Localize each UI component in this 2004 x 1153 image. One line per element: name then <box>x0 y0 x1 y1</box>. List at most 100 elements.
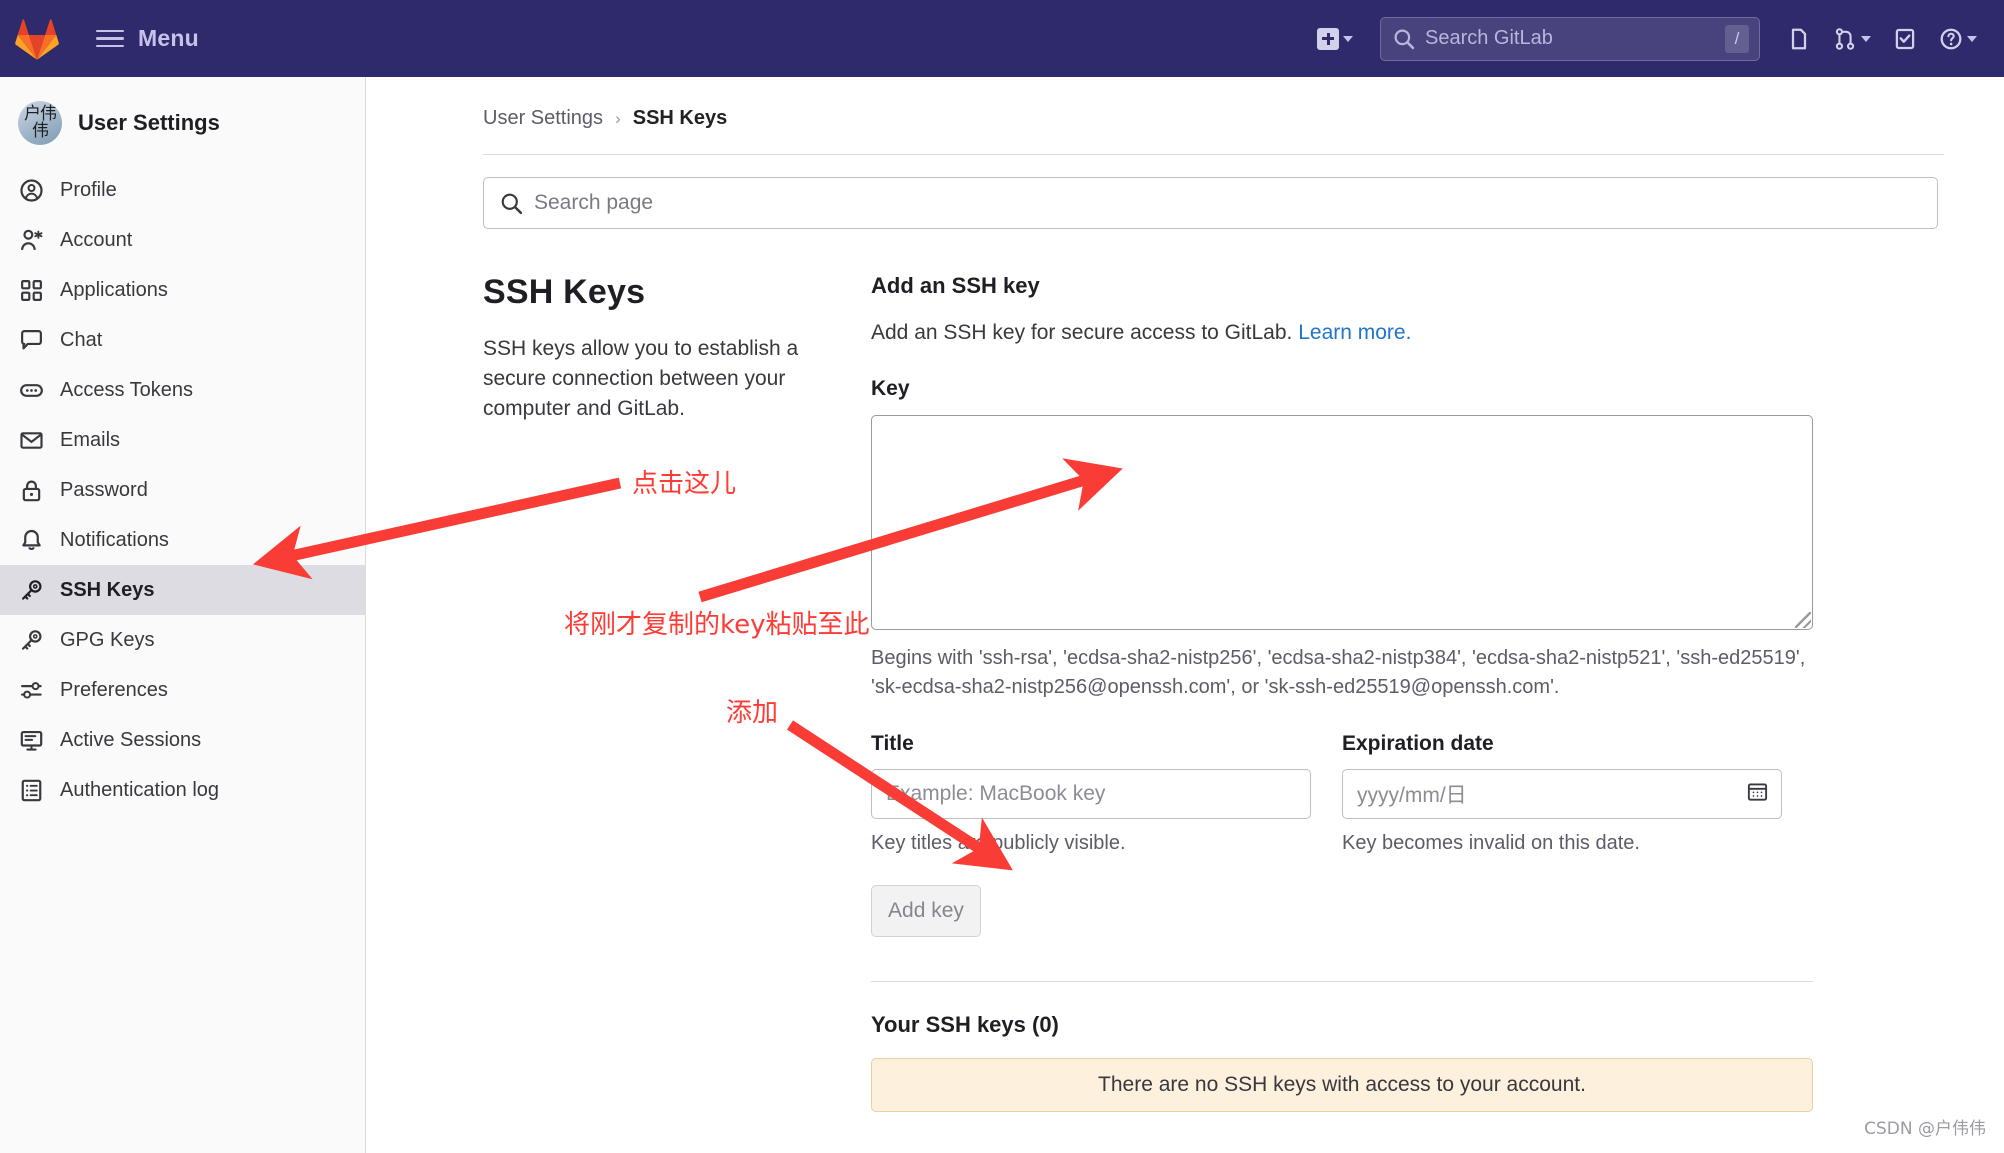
breadcrumb-parent[interactable]: User Settings <box>483 107 603 130</box>
sidebar-item-chat[interactable]: Chat <box>0 315 365 365</box>
search-shortcut-badge: / <box>1725 24 1749 53</box>
title-input[interactable]: Example: MacBook key <box>871 768 1311 819</box>
your-ssh-keys-heading: Your SSH keys (0) <box>871 1011 1059 1037</box>
help-button[interactable] <box>1930 19 1986 59</box>
section-divider <box>871 980 1813 982</box>
gitlab-logo[interactable] <box>10 12 64 66</box>
main-content: User Settings › SSH Keys Search page SSH… <box>366 77 2004 1153</box>
sidebar-item-applications[interactable]: Applications <box>0 265 365 315</box>
watermark: CSDN @户伟伟 <box>1864 1119 1986 1139</box>
sidebar-item-authentication-log[interactable]: Authentication log <box>0 765 365 815</box>
add-key-description: Add an SSH key for secure access to GitL… <box>871 321 1944 345</box>
create-new-button[interactable] <box>1308 20 1362 58</box>
menu-label: Menu <box>138 25 199 51</box>
sidebar-item-label: Chat <box>60 328 103 351</box>
sidebar-item-gpg-keys[interactable]: GPG Keys <box>0 615 365 665</box>
page-description: SSH keys allow you to establish a secure… <box>483 337 799 420</box>
title-label: Title <box>871 731 914 755</box>
key-field-label: Key <box>871 377 910 400</box>
breadcrumb: User Settings › SSH Keys <box>426 77 1944 154</box>
breadcrumb-divider <box>483 154 1944 155</box>
page-search-placeholder: Search page <box>534 191 654 214</box>
add-key-heading: Add an SSH key <box>871 273 1040 298</box>
user-circle-icon <box>18 177 44 203</box>
help-icon <box>1940 28 1962 49</box>
sidebar-item-password[interactable]: Password <box>0 465 365 515</box>
menu-button[interactable]: Menu <box>86 17 209 60</box>
title-expiration-row: Title Example: MacBook key Key titles ar… <box>871 732 1813 855</box>
add-ssh-key-form: Add an SSH key Add an SSH key for secure… <box>871 273 1944 1112</box>
account-icon <box>18 227 44 253</box>
sidebar-item-label: SSH Keys <box>60 578 155 601</box>
avatar-text: 户伟伟 <box>24 104 57 141</box>
merge-requests-button[interactable] <box>1824 19 1880 59</box>
sidebar-item-label: Notifications <box>60 528 169 551</box>
chevron-down-icon <box>1967 35 1977 42</box>
page-title: SSH Keys <box>483 273 646 311</box>
sidebar-item-access-tokens[interactable]: Access Tokens <box>0 365 365 415</box>
sidebar-item-account[interactable]: Account <box>0 215 365 265</box>
sidebar-item-active-sessions[interactable]: Active Sessions <box>0 715 365 765</box>
todos-icon <box>1895 28 1915 49</box>
left-description-column: SSH Keys SSH keys allow you to establish… <box>483 273 871 1112</box>
key-icon <box>18 577 44 603</box>
sidebar-item-preferences[interactable]: Preferences <box>0 665 365 715</box>
chat-bubble-icon <box>18 327 44 353</box>
search-icon <box>1394 29 1415 49</box>
empty-keys-alert: There are no SSH keys with access to you… <box>871 1057 1813 1112</box>
calendar-icon[interactable] <box>1746 780 1769 808</box>
sidebar-item-label: GPG Keys <box>60 628 155 651</box>
sidebar-title: User Settings <box>78 110 220 135</box>
monitor-icon <box>18 727 44 753</box>
sidebar-item-label: Active Sessions <box>60 728 202 751</box>
bell-icon <box>18 527 44 553</box>
lock-icon <box>18 477 44 503</box>
sidebar-item-profile[interactable]: Profile <box>0 165 365 215</box>
sidebar-item-label: Profile <box>60 178 117 201</box>
sidebar-item-label: Password <box>60 478 148 501</box>
top-nav-actions: Search GitLab / <box>1308 16 2004 61</box>
sidebar-item-label: Account <box>60 228 133 251</box>
breadcrumb-current: SSH Keys <box>632 107 728 129</box>
add-key-button[interactable]: Add key <box>871 884 981 937</box>
key-icon <box>18 627 44 653</box>
learn-more-link[interactable]: Learn more. <box>1298 321 1411 344</box>
plus-square-icon <box>1317 27 1339 50</box>
hamburger-icon <box>96 29 124 48</box>
textarea-resize-handle[interactable] <box>1795 612 1811 628</box>
sidebar-item-label: Applications <box>60 278 168 301</box>
expiration-help-text: Key becomes invalid on this date. <box>1342 831 1640 854</box>
avatar[interactable]: 户伟伟 <box>18 101 62 145</box>
issues-button[interactable] <box>1778 19 1820 59</box>
sidebar-item-ssh-keys[interactable]: SSH Keys <box>0 565 365 615</box>
title-placeholder: Example: MacBook key <box>886 781 1106 805</box>
key-format-hint: Begins with 'ssh-rsa', 'ecdsa-sha2-nistp… <box>871 647 1806 698</box>
add-key-description-text: Add an SSH key for secure access to GitL… <box>871 321 1293 344</box>
sliders-icon <box>18 677 44 703</box>
page-search-input[interactable]: Search page <box>483 177 1938 229</box>
token-icon <box>18 377 44 403</box>
expiration-field-group: Expiration date yyyy/mm/日 Key becomes in… <box>1342 732 1813 855</box>
chevron-down-icon <box>1861 35 1871 42</box>
sidebar-item-emails[interactable]: Emails <box>0 415 365 465</box>
top-navigation-bar: Menu Search GitLab / <box>0 0 2004 77</box>
envelope-icon <box>18 427 44 453</box>
sidebar-item-notifications[interactable]: Notifications <box>0 515 365 565</box>
expiration-placeholder: yyyy/mm/日 <box>1357 783 1467 807</box>
search-input[interactable]: Search GitLab / <box>1380 16 1760 61</box>
issues-icon <box>1791 28 1807 49</box>
sidebar-item-label: Emails <box>60 428 121 451</box>
key-textarea[interactable] <box>871 415 1813 630</box>
sidebar: 户伟伟 User Settings Profile Account Applic… <box>0 77 366 1153</box>
merge-requests-icon <box>1835 27 1855 50</box>
todos-button[interactable] <box>1884 19 1926 59</box>
expiration-label: Expiration date <box>1342 731 1494 755</box>
applications-grid-icon <box>18 277 44 303</box>
sidebar-item-label: Access Tokens <box>60 378 194 401</box>
breadcrumb-separator: › <box>615 108 621 128</box>
settings-columns: SSH Keys SSH keys allow you to establish… <box>483 273 1944 1112</box>
expiration-date-input[interactable]: yyyy/mm/日 <box>1342 768 1782 819</box>
search-icon <box>501 193 523 214</box>
title-field-group: Title Example: MacBook key Key titles ar… <box>871 732 1342 855</box>
title-help-text: Key titles are publicly visible. <box>871 831 1126 854</box>
